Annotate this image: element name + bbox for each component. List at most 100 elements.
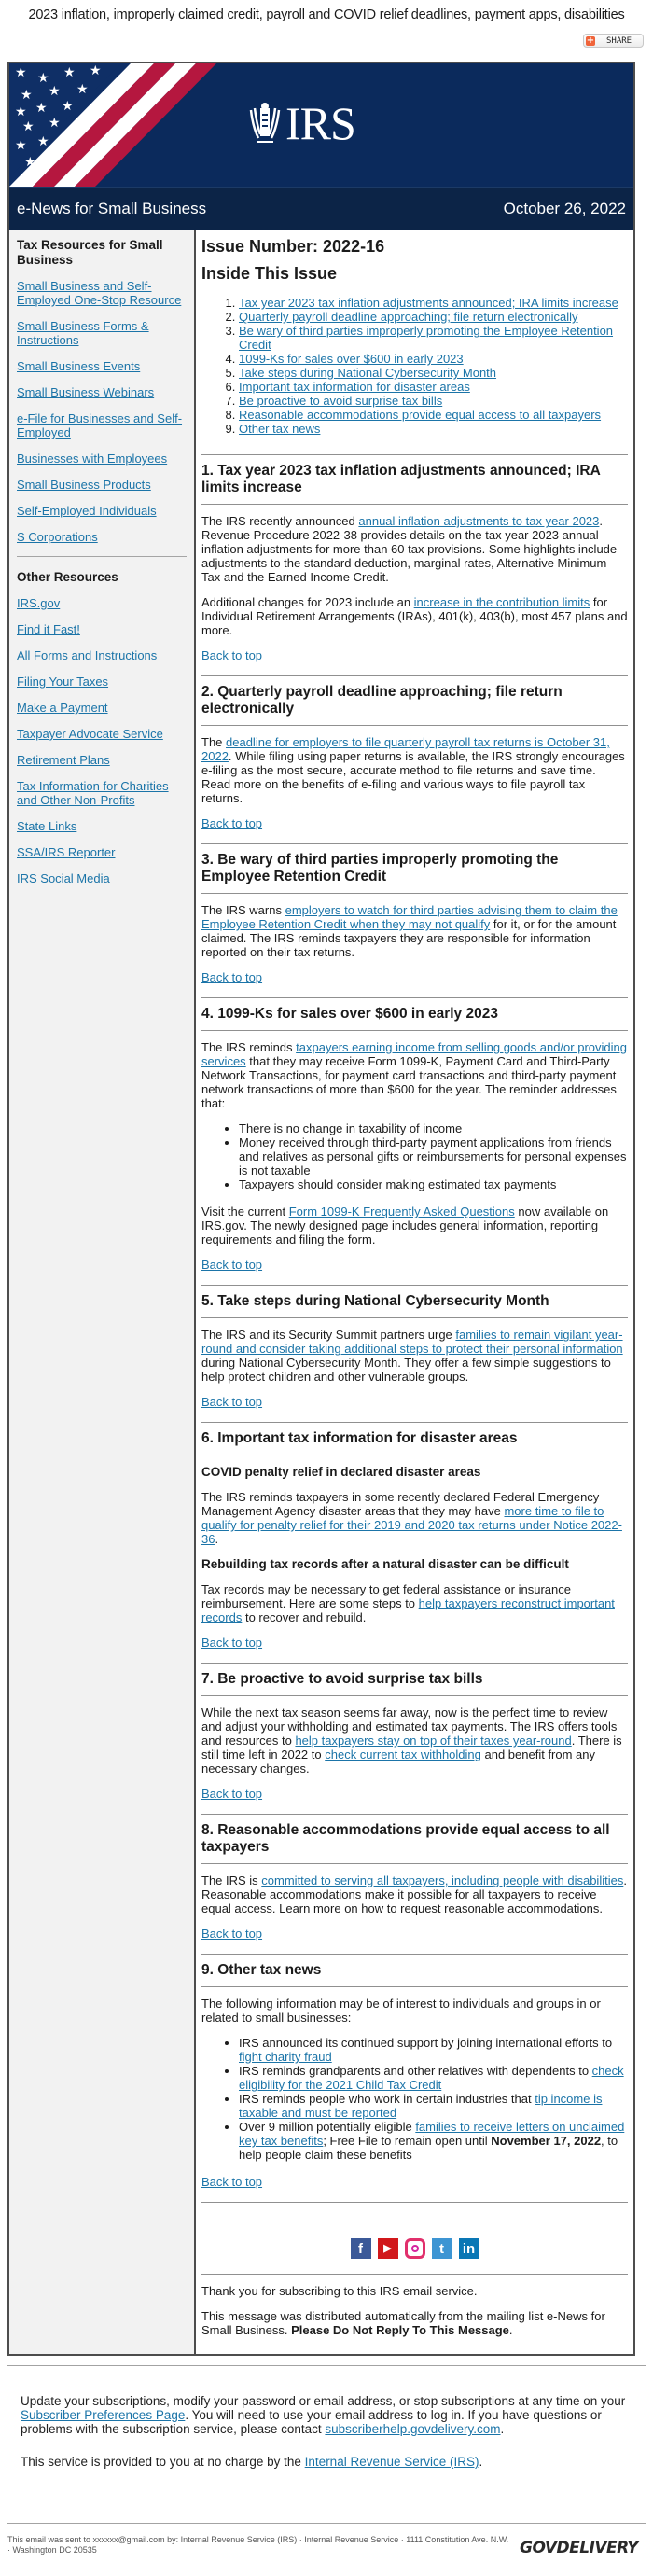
toc-link[interactable]: 1099-Ks for sales over $600 in early 202…	[239, 352, 464, 366]
toc-link[interactable]: Take steps during National Cybersecurity…	[239, 366, 496, 380]
stay-on-top-link[interactable]: help taxpayers stay on top of their taxe…	[295, 1734, 571, 1748]
content-layout: Tax Resources for Small Business Small B…	[9, 230, 633, 2354]
text: This service is provided to you at no ch…	[21, 2455, 305, 2469]
toc-link[interactable]: Important tax information for disaster a…	[239, 380, 470, 394]
email-preheader: 2023 inflation, improperly claimed credi…	[28, 7, 625, 22]
svg-text:★: ★	[22, 119, 35, 134]
toc-link[interactable]: Be wary of third parties improperly prom…	[239, 324, 613, 352]
sidebar-link[interactable]: e-File for Businesses and Self-Employed	[17, 411, 182, 439]
toc-link[interactable]: Tax year 2023 tax inflation adjustments …	[239, 296, 618, 310]
sidebar-link[interactable]: Small Business Events	[17, 359, 140, 373]
back-to-top-link[interactable]: Back to top	[201, 1395, 628, 1409]
sidebar-link[interactable]: Filing Your Taxes	[17, 675, 108, 689]
svg-text:★: ★	[63, 65, 76, 80]
sidebar-link[interactable]: All Forms and Instructions	[17, 648, 157, 662]
toc-link[interactable]: Reasonable accommodations provide equal …	[239, 408, 601, 422]
section-divider	[201, 893, 628, 894]
table-of-contents: Tax year 2023 tax inflation adjustments …	[201, 296, 628, 436]
inflation-adjustments-link[interactable]: annual inflation adjustments to tax year…	[358, 514, 599, 528]
section-4-title: 4. 1099-Ks for sales over $600 in early …	[201, 1006, 498, 1022]
sidebar-link[interactable]: Find it Fast!	[17, 622, 80, 636]
section-6-subheading-2: Rebuilding tax records after a natural d…	[201, 1557, 569, 1571]
subscription-info: Update your subscriptions, modify your p…	[21, 2394, 632, 2436]
sidebar-link[interactable]: Small Business Webinars	[17, 385, 154, 399]
section-3-title: 3. Be wary of third parties improperly p…	[201, 852, 559, 884]
irs-link[interactable]: Internal Revenue Service (IRS)	[305, 2455, 479, 2469]
section-divider	[201, 675, 628, 676]
contribution-limits-link[interactable]: increase in the contribution limits	[414, 595, 590, 609]
back-to-top-link[interactable]: Back to top	[201, 970, 628, 984]
other-resources-list: IRS.gov Find it Fast! All Forms and Inst…	[17, 596, 187, 885]
sidebar-link[interactable]: State Links	[17, 819, 76, 833]
check-withholding-link[interactable]: check current tax withholding	[325, 1748, 481, 1761]
svg-text:★: ★	[49, 116, 61, 131]
back-to-top-link[interactable]: Back to top	[201, 2175, 628, 2189]
twitter-icon[interactable]: t	[431, 2238, 452, 2259]
section-1-paragraph-1: The IRS recently announced annual inflat…	[201, 514, 628, 584]
subscriber-preferences-link[interactable]: Subscriber Preferences Page	[21, 2408, 185, 2422]
back-to-top-link[interactable]: Back to top	[201, 1636, 628, 1650]
text: The IRS reminds	[201, 1040, 297, 1054]
disabilities-link[interactable]: committed to serving all taxpayers, incl…	[261, 1873, 623, 1887]
text: to recover and rebuild.	[242, 1610, 367, 1624]
sidebar-link[interactable]: Small Business and Self-Employed One-Sto…	[17, 279, 181, 307]
text: IRS announced its continued support by j…	[239, 2036, 613, 2050]
back-to-top-link[interactable]: Back to top	[201, 1258, 628, 1272]
back-to-top-link[interactable]: Back to top	[201, 816, 628, 830]
sidebar-link[interactable]: Taxpayer Advocate Service	[17, 727, 163, 741]
footer-bottom: This email was sent to xxxxxx@gmail.com …	[7, 2523, 646, 2557]
svg-text:★: ★	[15, 104, 27, 119]
list-item: IRS reminds grandparents and other relat…	[239, 2064, 628, 2092]
sidebar-link[interactable]: Tax Information for Charities and Other …	[17, 779, 169, 807]
list-item: Money received through third-party payme…	[239, 1135, 628, 1177]
svg-text:★: ★	[24, 155, 36, 170]
sidebar-link[interactable]: Small Business Forms & Instructions	[17, 319, 149, 347]
list-item: There is no change in taxability of inco…	[239, 1121, 628, 1135]
sender-address: This email was sent to xxxxxx@gmail.com …	[7, 2535, 509, 2555]
svg-text:★: ★	[62, 99, 74, 114]
section-2-paragraph-1: The deadline for employers to file quart…	[201, 735, 628, 805]
form-1099k-faq-link[interactable]: Form 1099-K Frequently Asked Questions	[289, 1204, 515, 1218]
sidebar-link[interactable]: Businesses with Employees	[17, 452, 167, 466]
section-4-paragraph-1: The IRS reminds taxpayers earning income…	[201, 1040, 628, 1110]
section-divider	[201, 1030, 628, 1031]
sidebar-link[interactable]: S Corporations	[17, 530, 98, 544]
back-to-top-link[interactable]: Back to top	[201, 1787, 628, 1801]
section-divider	[201, 1285, 628, 1286]
section-divider	[201, 1814, 628, 1815]
sidebar-heading-tax-resources: Tax Resources for Small Business	[17, 238, 163, 267]
subscriber-help-link[interactable]: subscriberhelp.govdelivery.com	[325, 2422, 500, 2436]
section-7-title: 7. Be proactive to avoid surprise tax bi…	[201, 1671, 483, 1687]
sidebar-link[interactable]: Make a Payment	[17, 701, 108, 715]
back-to-top-link[interactable]: Back to top	[201, 648, 628, 662]
sidebar-link[interactable]: SSA/IRS Reporter	[17, 845, 116, 859]
text: The IRS warns	[201, 903, 285, 917]
share-label: SHARE	[606, 35, 632, 46]
section-divider	[201, 1422, 628, 1423]
sidebar-link[interactable]: Retirement Plans	[17, 753, 110, 767]
toc-link[interactable]: Quarterly payroll deadline approaching; …	[239, 310, 577, 324]
sidebar-link[interactable]: Small Business Products	[17, 478, 151, 492]
svg-text:★: ★	[49, 84, 61, 99]
svg-text:★: ★	[90, 63, 102, 78]
linkedin-icon[interactable]: in	[458, 2238, 479, 2259]
plus-icon: +	[586, 35, 595, 46]
newsletter-titlebar: e-News for Small Business October 26, 20…	[9, 187, 633, 230]
irs-logo: IRS	[247, 100, 356, 146]
text: The IRS is	[201, 1873, 262, 1887]
text: .	[500, 2422, 505, 2436]
facebook-icon[interactable]: f	[350, 2238, 371, 2259]
toc-link[interactable]: Other tax news	[239, 422, 320, 436]
sidebar-link[interactable]: Self-Employed Individuals	[17, 504, 157, 518]
sidebar-link[interactable]: IRS.gov	[17, 596, 60, 610]
instagram-icon[interactable]	[404, 2238, 425, 2259]
section-6-paragraph-2: Tax records may be necessary to get fede…	[201, 1582, 628, 1624]
share-button[interactable]: + SHARE	[583, 34, 644, 48]
back-to-top-link[interactable]: Back to top	[201, 1927, 628, 1941]
sidebar-link[interactable]: IRS Social Media	[17, 871, 110, 885]
text: Visit the current	[201, 1204, 289, 1218]
toc-link[interactable]: Be proactive to avoid surprise tax bills	[239, 394, 442, 408]
charity-fraud-link[interactable]: fight charity fraud	[239, 2050, 332, 2064]
text: Update your subscriptions, modify your p…	[21, 2394, 626, 2408]
youtube-icon[interactable]: ▶	[377, 2238, 398, 2259]
